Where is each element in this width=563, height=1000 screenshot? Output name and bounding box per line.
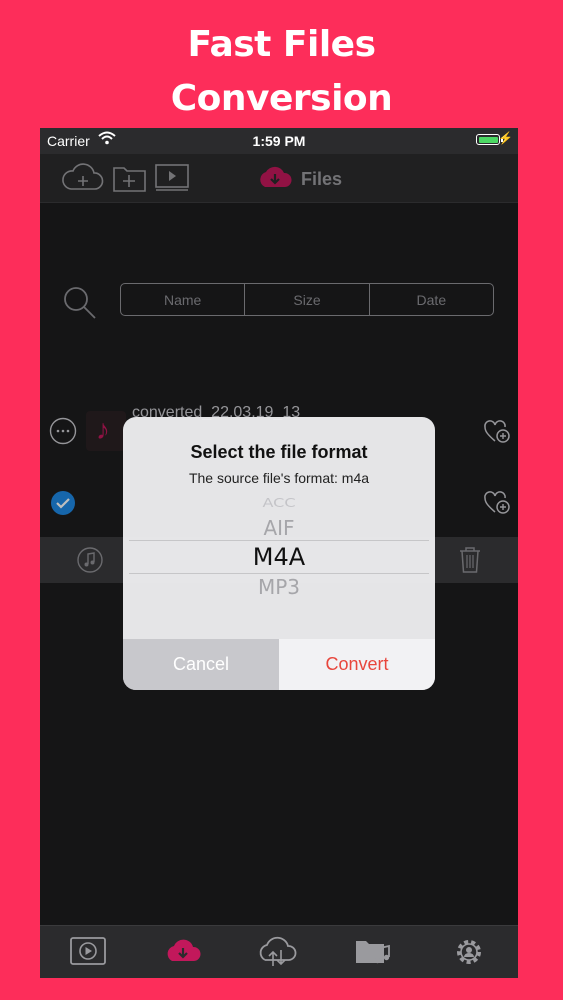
dialog-title: Select the file format — [190, 442, 368, 462]
format-select-dialog: Select the file format The source file's… — [123, 417, 435, 690]
promo-headline: Fast Files Conversion — [0, 18, 563, 126]
convert-button[interactable]: Convert — [279, 639, 435, 690]
status-time: 1:59 PM — [252, 133, 306, 149]
cancel-button[interactable]: Cancel — [123, 639, 279, 690]
cloud-sync-icon[interactable] — [257, 936, 297, 973]
promo-line-1: Fast Files — [187, 24, 376, 65]
tab-bar — [40, 925, 518, 978]
picker-selection-line — [129, 573, 429, 574]
format-option[interactable]: AIF — [123, 516, 435, 540]
format-option-selected[interactable]: M4A — [123, 543, 435, 571]
picker-selection-line — [129, 540, 429, 541]
format-option[interactable]: ACC — [123, 495, 435, 510]
status-bar: Carrier 1:59 PM ⚡ — [40, 128, 518, 154]
format-picker[interactable]: ACC AIF M4A MP3 — [123, 491, 435, 639]
video-icon[interactable] — [69, 936, 107, 971]
settings-icon[interactable] — [452, 936, 486, 973]
battery-icon — [476, 134, 503, 145]
charging-icon: ⚡ — [498, 131, 513, 145]
dialog-subtitle: The source file's format: m4a — [188, 470, 370, 486]
format-option[interactable]: MP3 — [123, 575, 435, 599]
divider — [278, 639, 279, 690]
cloud-download-icon[interactable] — [164, 936, 202, 971]
promo-line-2: Conversion — [170, 78, 393, 119]
music-folder-icon[interactable] — [354, 936, 392, 971]
